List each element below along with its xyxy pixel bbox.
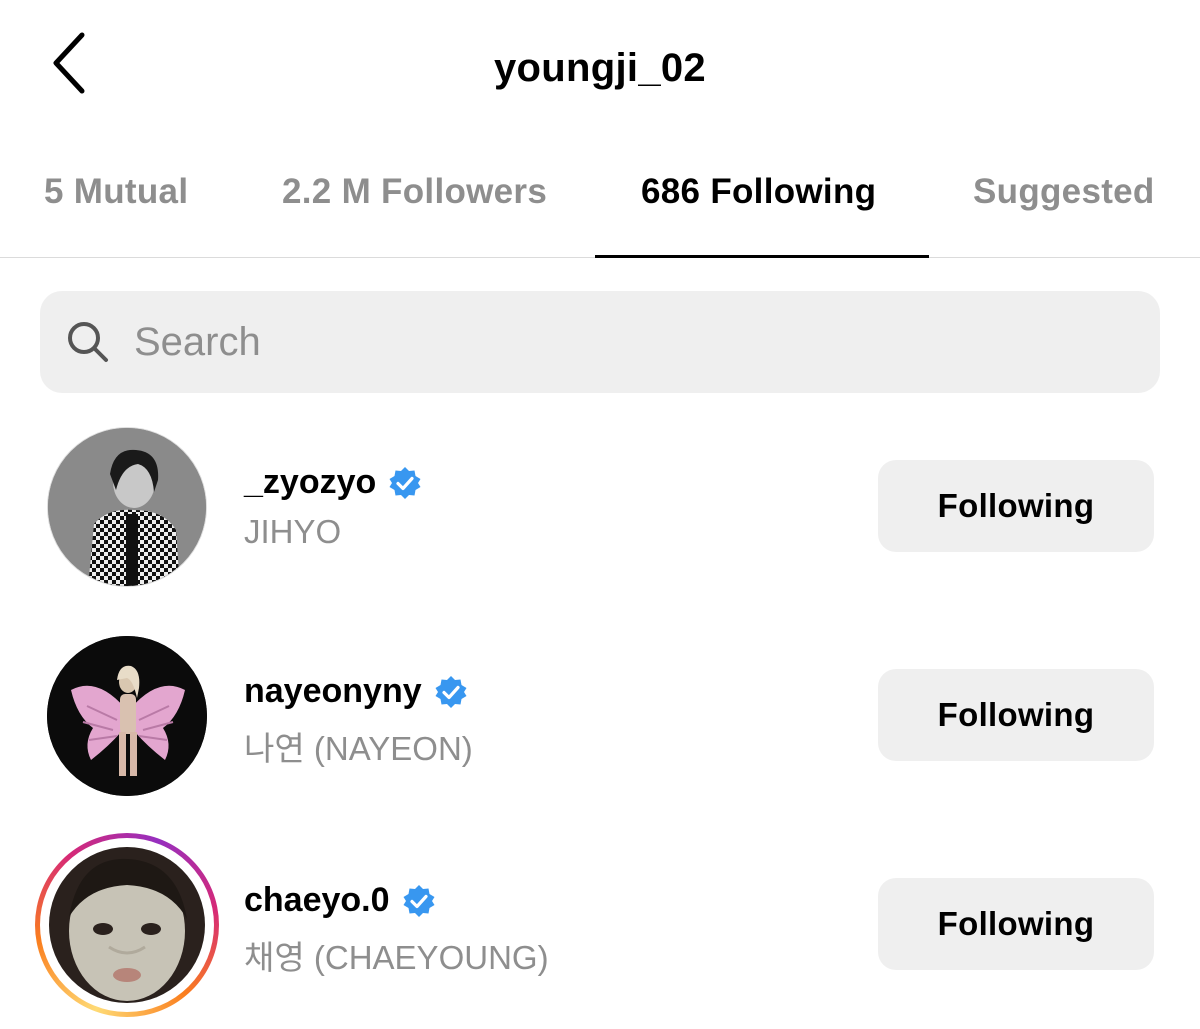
verified-badge-icon	[403, 884, 435, 917]
full-name: JIHYO	[244, 513, 342, 550]
username-link[interactable]: chaeyo.0	[244, 881, 436, 920]
avatar[interactable]	[47, 427, 207, 587]
following-button[interactable]: Following	[878, 669, 1154, 761]
tab-suggested[interactable]: Suggested	[973, 172, 1155, 212]
page-title: youngji_02	[494, 46, 706, 90]
tab-bar: 5 Mutual 2.2 M Followers 686 Following S…	[0, 140, 1200, 258]
verified-badge-icon	[435, 675, 467, 708]
username-text: nayeonyny	[244, 672, 422, 710]
username-link[interactable]: nayeonyny	[244, 672, 468, 711]
following-button[interactable]: Following	[878, 460, 1154, 552]
tab-followers[interactable]: 2.2 M Followers	[282, 172, 547, 212]
list-item[interactable]: chaeyo.0 채영 (CHAEYOUNG) Following	[0, 833, 1200, 1025]
avatar[interactable]	[49, 847, 205, 1003]
tab-mutual[interactable]: 5 Mutual	[44, 172, 188, 212]
tab-following[interactable]: 686 Following	[641, 172, 876, 212]
full-name: 채영 (CHAEYOUNG)	[244, 939, 549, 976]
list-item[interactable]: nayeonyny 나연 (NAYEON) Following	[0, 636, 1200, 816]
verified-badge-icon	[389, 466, 421, 499]
search-bar[interactable]	[40, 291, 1160, 393]
following-button[interactable]: Following	[878, 878, 1154, 970]
username-text: chaeyo.0	[244, 881, 390, 919]
top-bar: youngji_02	[0, 0, 1200, 140]
active-tab-indicator	[595, 255, 929, 258]
search-input[interactable]	[134, 309, 1094, 375]
avatar[interactable]	[47, 636, 207, 796]
username-link[interactable]: _zyozyo	[244, 463, 422, 502]
username-text: _zyozyo	[244, 463, 377, 501]
full-name: 나연 (NAYEON)	[244, 730, 473, 767]
list-item[interactable]: _zyozyo JIHYO Following	[0, 427, 1200, 607]
search-icon	[68, 322, 108, 362]
